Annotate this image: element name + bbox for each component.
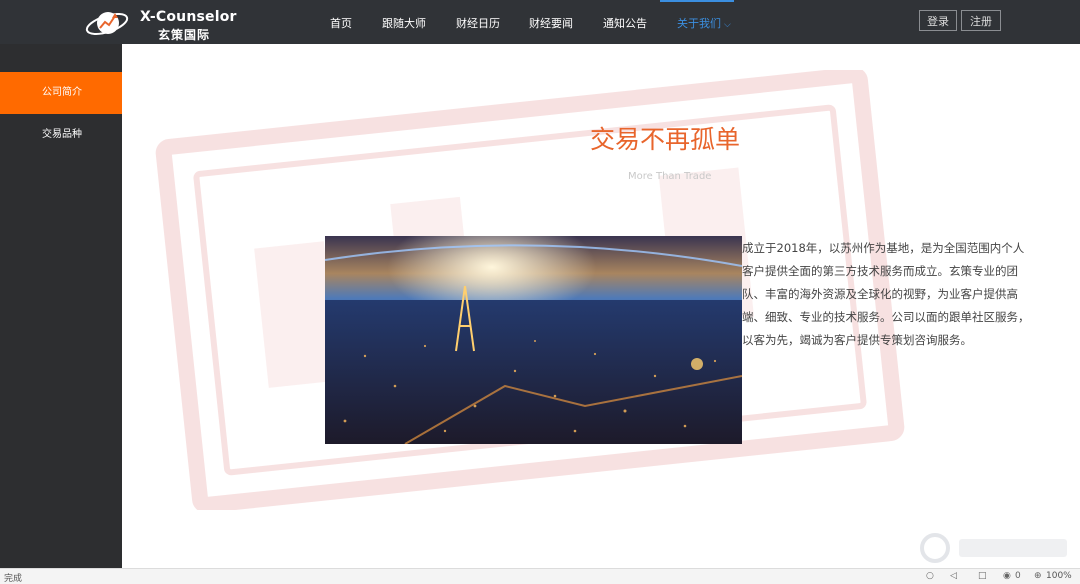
nav-home[interactable]: 首页	[330, 15, 352, 31]
logo-globe-icon	[85, 12, 129, 36]
sidebar-item-label: 公司简介	[42, 87, 82, 98]
zoom-icon[interactable]: ⊕	[1034, 571, 1042, 581]
brand-name-cn: 玄策国际	[158, 28, 211, 42]
nav-about-us-label: 关于我们	[677, 17, 721, 30]
sidebar-item-trading-products[interactable]: 交易品种	[0, 114, 122, 156]
adblock-count: 0	[1015, 571, 1021, 581]
register-button[interactable]: 注册	[961, 10, 1001, 31]
status-text: 完成	[4, 574, 23, 584]
shield-icon[interactable]: ○	[926, 571, 934, 581]
brand-name-en: X-Counselor	[140, 9, 237, 25]
login-button[interactable]: 登录	[919, 10, 957, 31]
company-intro-text: 成立于2018年，以苏州作为基地，是为全国范围内个人客户提供全面的第三方技术服务…	[742, 241, 1030, 347]
nav-follow-masters[interactable]: 跟随大师	[382, 15, 426, 31]
sidebar-item-label: 交易品种	[42, 129, 82, 140]
chevron-down-icon: ⌵	[724, 20, 731, 30]
page-subtitle: More Than Trade	[628, 171, 712, 182]
nav-finance-calendar[interactable]: 财经日历	[456, 15, 500, 31]
top-navigation-bar: X-Counselor 玄策国际 首页 跟随大师 财经日历 财经要闻 通知公告 …	[0, 0, 1080, 44]
nav-about-us[interactable]: 关于我们 ⌵	[677, 15, 731, 31]
speaker-icon[interactable]: ◁	[950, 571, 957, 581]
nav-announcements[interactable]: 通知公告	[603, 15, 647, 31]
sidebar-item-company-profile[interactable]: 公司简介	[0, 72, 122, 114]
download-icon[interactable]: □	[978, 571, 987, 581]
watermark-logo-icon	[920, 533, 1067, 563]
nav-active-indicator	[660, 0, 734, 2]
page-title: 交易不再孤单	[590, 125, 741, 154]
adblock-icon[interactable]: ◉	[1003, 571, 1011, 581]
site-logo[interactable]: X-Counselor 玄策国际	[84, 6, 237, 42]
city-night-photo	[325, 236, 742, 444]
sidebar: 公司简介 交易品种	[0, 44, 122, 568]
zoom-level[interactable]: 100%	[1046, 571, 1072, 581]
nav-finance-news[interactable]: 财经要闻	[529, 15, 573, 31]
browser-status-bar: 完成 ○ ◁ □ ◉ 0 ⊕ 100%	[0, 568, 1080, 584]
